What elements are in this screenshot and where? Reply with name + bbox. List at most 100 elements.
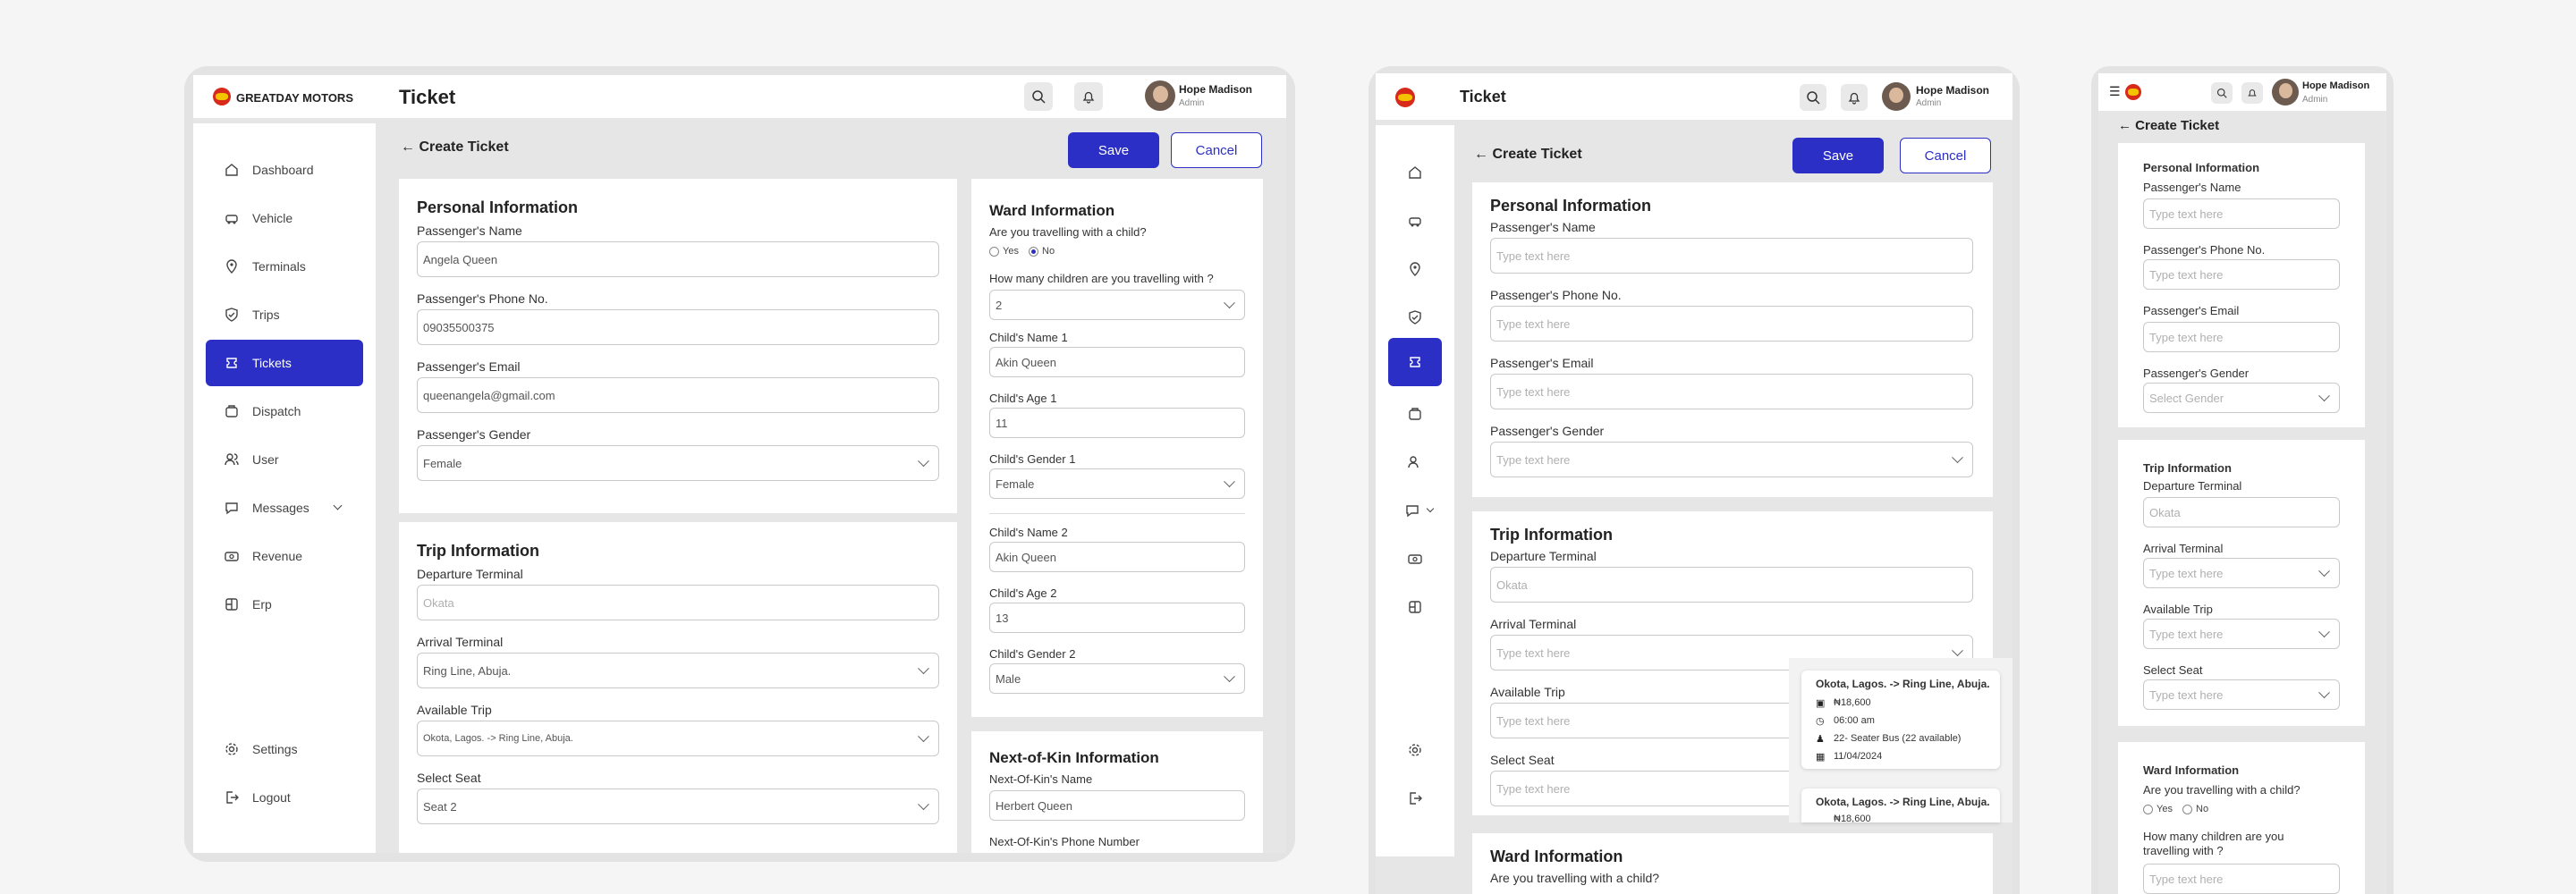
sidebar-item-terminals[interactable]: Terminals [206, 243, 363, 290]
departure-terminal-input[interactable]: Okata [417, 585, 939, 620]
passenger-phone-input[interactable]: 09035500375 [417, 309, 939, 345]
passenger-gender-select[interactable]: Select Gender [2143, 383, 2340, 413]
erp-icon[interactable] [1407, 599, 1423, 615]
passenger-name-input[interactable]: Type text here [2143, 198, 2340, 229]
person-icon: ♟ [1816, 734, 1825, 745]
kin-name-input[interactable]: Herbert Queen [989, 790, 1245, 821]
field-label: Select Seat [417, 771, 481, 785]
avatar[interactable] [1882, 82, 1911, 111]
home-icon[interactable] [1407, 164, 1423, 181]
save-button[interactable]: Save [1068, 132, 1159, 168]
child-age-2-input[interactable]: 13 [989, 603, 1245, 633]
message-icon[interactable] [1404, 502, 1420, 519]
passenger-name-input[interactable]: Type text here [1490, 238, 1973, 274]
section-heading: Personal Information [1490, 197, 1652, 215]
divider [989, 513, 1245, 514]
gear-icon[interactable] [1407, 742, 1423, 758]
car-icon[interactable] [1407, 213, 1423, 229]
field-label: travelling with ? [2143, 844, 2224, 857]
notifications-button[interactable] [1074, 82, 1103, 111]
sidebar-item-messages[interactable]: Messages [206, 485, 363, 531]
radio-yes[interactable] [2143, 805, 2153, 814]
search-button[interactable] [1800, 84, 1826, 111]
erp-icon [225, 598, 238, 611]
brand-logo [213, 88, 231, 105]
revenue-icon[interactable] [1407, 551, 1423, 567]
passenger-phone-input[interactable]: Type text here [2143, 259, 2340, 290]
logout-icon[interactable] [1407, 790, 1423, 806]
page-title: Ticket [1460, 88, 1506, 105]
sidebar-item-erp[interactable]: Erp [206, 581, 363, 628]
radio-no[interactable] [2182, 805, 2192, 814]
select-placeholder: Type text here [1496, 452, 1571, 467]
passenger-gender-select[interactable]: Type text here [1490, 442, 1973, 477]
brand-logo [2125, 84, 2141, 100]
cancel-button[interactable]: Cancel [1171, 132, 1262, 168]
child-name-1-input[interactable]: Akin Queen [989, 347, 1245, 377]
passenger-email-input[interactable]: Type text here [1490, 374, 1973, 409]
sidebar-item-tickets[interactable]: Tickets [206, 340, 363, 386]
trip-price: ₦18,600 [1834, 697, 1871, 708]
location-pin-icon [226, 259, 237, 274]
logout-icon [226, 791, 239, 804]
back-link[interactable]: ← Create Ticket [1474, 147, 1582, 163]
ward-info-card: Ward Information Are you travelling with… [971, 179, 1263, 717]
arrival-terminal-select[interactable]: Ring Line, Abuja. [417, 653, 939, 688]
users-icon[interactable] [1407, 454, 1423, 470]
dispatch-icon[interactable] [1407, 406, 1423, 422]
top-bar: GREATDAY MOTORS Ticket Hope Madison Admi… [193, 75, 1286, 118]
seat-select[interactable]: Seat 2 [417, 789, 939, 824]
avatar[interactable] [1145, 80, 1175, 111]
children-count-select[interactable]: Type text here [2143, 864, 2340, 894]
back-link[interactable]: ← Create Ticket [401, 139, 509, 156]
passenger-email-input[interactable]: queenangela@gmail.com [417, 377, 939, 413]
cancel-button[interactable]: Cancel [1900, 138, 1991, 173]
field-label: Passenger's Name [1490, 220, 1596, 234]
field-label: Departure Terminal [1490, 549, 1597, 563]
trip-time: 06:00 am [1834, 715, 1875, 726]
sidebar-item-settings[interactable]: Settings [206, 726, 363, 772]
user-name: Hope Madison [1916, 84, 1990, 97]
trip-option-card[interactable]: Okota, Lagos. -> Ring Line, Abuja. ₦18,6… [1801, 789, 2000, 822]
child-gender-1-select[interactable]: Female [989, 468, 1245, 499]
trip-option-card[interactable]: Okota, Lagos. -> Ring Line, Abuja. ▣ ₦18… [1801, 670, 2000, 769]
save-button[interactable]: Save [1792, 138, 1884, 173]
shield-check-icon[interactable] [1407, 309, 1423, 325]
seat-select[interactable]: Type text here [2143, 679, 2340, 710]
sidebar-item-label: Trips [252, 308, 280, 322]
notifications-button[interactable] [1841, 84, 1868, 111]
sidebar-item-user[interactable]: User [206, 436, 363, 483]
notifications-button[interactable] [2241, 82, 2263, 104]
children-count-select[interactable]: 2 [989, 290, 1245, 320]
passenger-phone-input[interactable]: Type text here [1490, 306, 1973, 342]
user-role: Admin [1179, 98, 1205, 108]
available-trip-select[interactable]: Okota, Lagos. -> Ring Line, Abuja. [417, 721, 939, 756]
passenger-name-input[interactable]: Angela Queen [417, 241, 939, 277]
passenger-email-input[interactable]: Type text here [2143, 322, 2340, 352]
search-button[interactable] [2211, 82, 2233, 104]
back-link[interactable]: ← Create Ticket [2118, 118, 2219, 133]
child-gender-2-select[interactable]: Male [989, 663, 1245, 694]
radio-no[interactable] [1029, 247, 1038, 257]
available-trip-select[interactable]: Type text here [2143, 619, 2340, 649]
radio-yes[interactable] [989, 247, 999, 257]
location-pin-icon[interactable] [1407, 261, 1423, 277]
passenger-gender-select[interactable]: Female [417, 445, 939, 481]
sidebar-item-vehicle[interactable]: Vehicle [206, 195, 363, 241]
departure-terminal-input[interactable]: Okata [1490, 567, 1973, 603]
avatar[interactable] [2272, 79, 2299, 105]
sidebar-item-logout[interactable]: Logout [206, 774, 363, 821]
child-age-1-input[interactable]: 11 [989, 408, 1245, 438]
user-name: Hope Madison [2302, 80, 2370, 91]
departure-terminal-input[interactable]: Okata [2143, 497, 2340, 527]
arrival-terminal-select[interactable]: Type text here [2143, 558, 2340, 588]
sidebar-item-tickets[interactable] [1388, 338, 1442, 386]
sidebar-item-dispatch[interactable]: Dispatch [206, 388, 363, 434]
child-name-2-input[interactable]: Akin Queen [989, 542, 1245, 572]
shield-check-icon [225, 308, 238, 322]
menu-icon[interactable]: ☰ [2109, 84, 2121, 99]
sidebar-item-dashboard[interactable]: Dashboard [206, 147, 363, 193]
search-button[interactable] [1024, 82, 1053, 111]
sidebar-item-trips[interactable]: Trips [206, 291, 363, 338]
sidebar-item-revenue[interactable]: Revenue [206, 533, 363, 579]
